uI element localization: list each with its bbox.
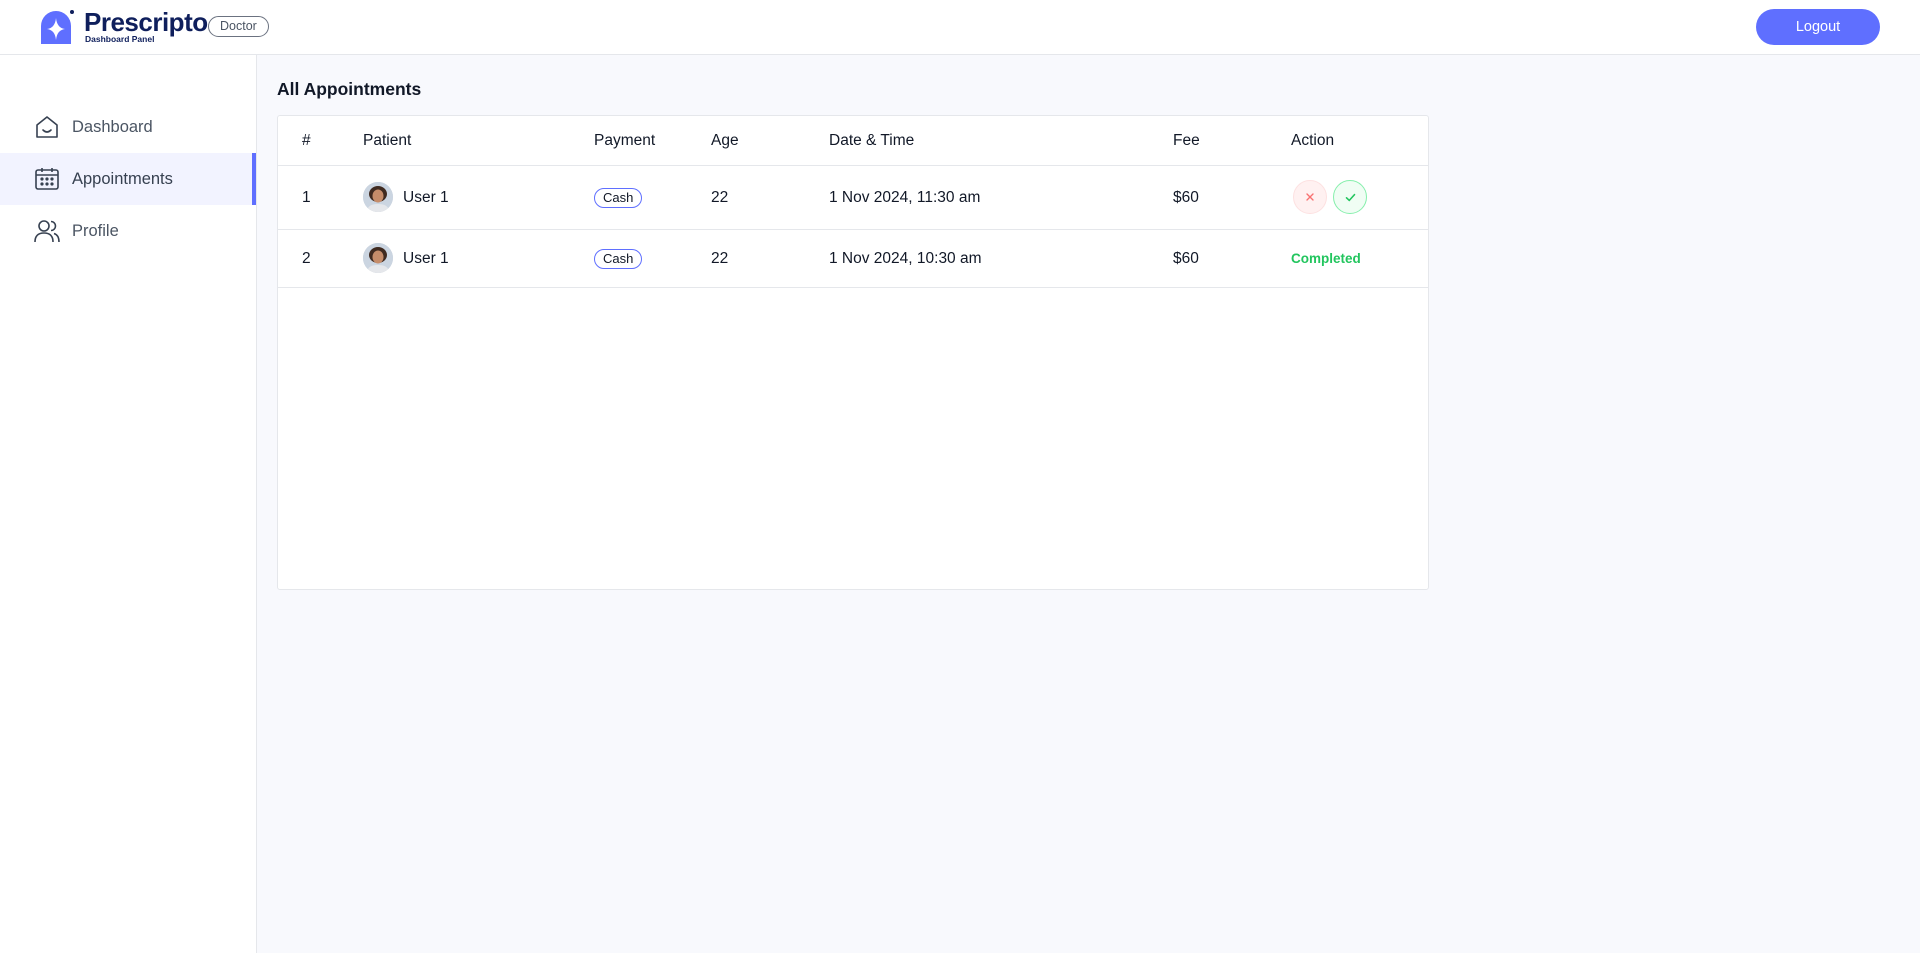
patient-name: User 1 <box>403 250 449 267</box>
appointments-table: # Patient Payment Age Date & Time Fee Ac… <box>277 115 1429 590</box>
complete-appointment-button[interactable] <box>1333 180 1367 214</box>
appointment-fee: $60 <box>1173 189 1199 206</box>
cancel-appointment-button[interactable] <box>1293 180 1327 214</box>
row-index: 1 <box>302 189 311 206</box>
brand-title: Prescripto <box>84 7 208 37</box>
column-header-payment: Payment <box>594 132 656 149</box>
brand-subtitle: Dashboard Panel <box>85 34 155 44</box>
sidebar: Dashboard Appointments Profile <box>0 55 257 953</box>
payment-badge: Cash <box>594 249 643 269</box>
appointment-datetime: 1 Nov 2024, 10:30 am <box>829 250 982 267</box>
complete-check-icon <box>1345 193 1355 201</box>
sidebar-item-label: Appointments <box>72 169 173 188</box>
appointment-datetime: 1 Nov 2024, 11:30 am <box>829 189 981 206</box>
table-row: 1 User 1 Cash 22 1 Nov 2024, 11:30 am $6… <box>278 166 1428 230</box>
sidebar-item-label: Dashboard <box>72 117 153 136</box>
logout-button[interactable]: Logout <box>1756 9 1880 45</box>
sidebar-item-appointments[interactable]: Appointments <box>0 153 256 205</box>
row-index: 2 <box>302 250 311 267</box>
home-icon <box>34 114 60 140</box>
column-header-index: # <box>302 132 311 149</box>
patient-age: 22 <box>711 189 729 206</box>
column-header-patient: Patient <box>363 132 412 149</box>
table-row: 2 User 1 Cash 22 1 Nov 2024, 10:30 am $6… <box>278 230 1428 288</box>
people-icon <box>34 218 60 244</box>
calendar-icon <box>34 166 60 192</box>
patient-age: 22 <box>711 250 729 267</box>
appointment-fee: $60 <box>1173 250 1199 267</box>
patient-avatar <box>363 243 393 273</box>
prescripto-logo-icon <box>41 10 74 44</box>
column-header-action: Action <box>1291 132 1335 149</box>
payment-badge: Cash <box>594 188 643 208</box>
status-completed-label: Completed <box>1291 251 1361 266</box>
top-navbar: Prescripto Dashboard Panel Doctor Logout <box>0 0 1920 55</box>
role-badge: Doctor <box>208 16 269 37</box>
column-header-date-time: Date & Time <box>829 132 915 149</box>
cancel-x-icon <box>1306 193 1314 201</box>
patient-name: User 1 <box>403 189 449 206</box>
table-header: # Patient Payment Age Date & Time Fee Ac… <box>278 116 1428 166</box>
column-header-fee: Fee <box>1173 132 1200 149</box>
sidebar-item-profile[interactable]: Profile <box>0 205 256 257</box>
patient-avatar <box>363 182 393 212</box>
column-header-age: Age <box>711 132 739 149</box>
sidebar-item-dashboard[interactable]: Dashboard <box>0 101 256 153</box>
sidebar-item-label: Profile <box>72 221 119 240</box>
page-title: All Appointments <box>277 79 422 99</box>
